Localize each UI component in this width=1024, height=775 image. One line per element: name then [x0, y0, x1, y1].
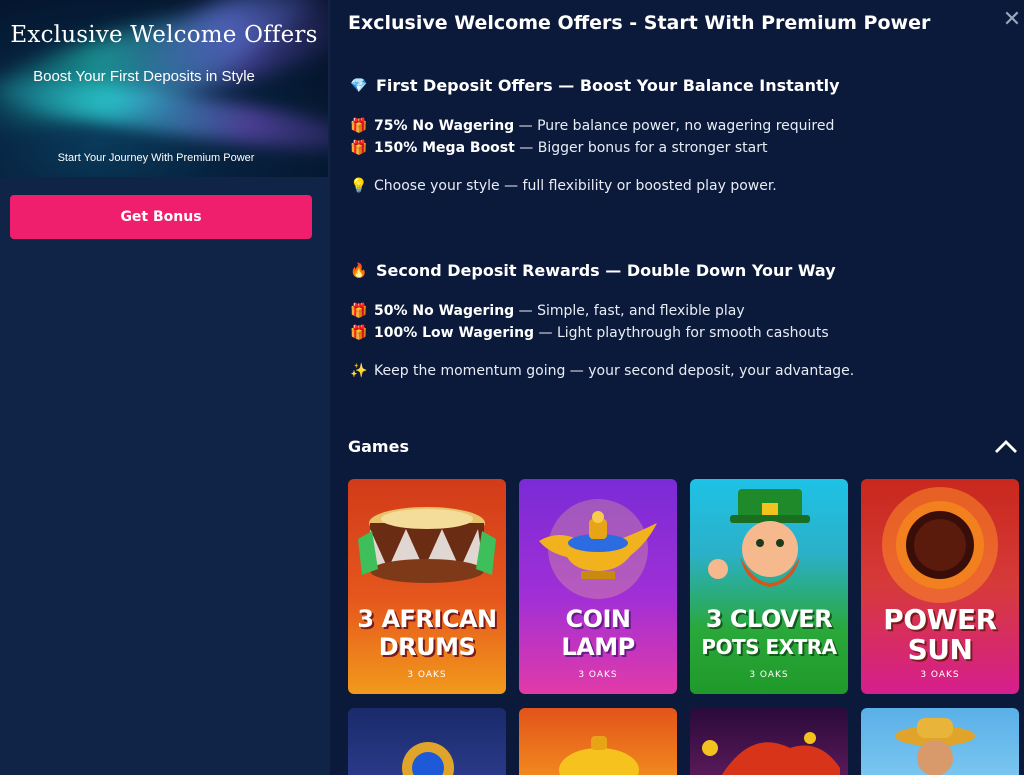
first-deposit-heading-text: First Deposit Offers — Boost Your Balanc… [376, 76, 840, 95]
gem-icon: 💎 [350, 77, 368, 94]
game-tile-coin-lamp[interactable]: COIN LAMP 3 OAKS [519, 479, 677, 694]
gift-icon: 🎁 [350, 303, 368, 319]
offer-note: ✨ Keep the momentum going — your second … [350, 363, 854, 379]
second-deposit-heading-text: Second Deposit Rewards — Double Down You… [376, 261, 836, 280]
leprechaun-art [708, 489, 810, 587]
lightbulb-icon: 💡 [350, 178, 368, 194]
game-provider: 3 OAKS [749, 670, 789, 680]
game-tile-partial[interactable] [348, 708, 506, 775]
game-art [702, 732, 840, 775]
page-title: Exclusive Welcome Offers - Start With Pr… [348, 12, 931, 34]
game-provider: 3 OAKS [578, 670, 618, 680]
offer-line: 🎁 75% No Wagering — Pure balance power, … [350, 118, 834, 134]
first-deposit-heading: 💎 First Deposit Offers — Boost Your Bala… [350, 76, 840, 95]
banner-subtitle: Boost Your First Deposits in Style [33, 68, 255, 85]
offer-details-panel: Exclusive Welcome Offers - Start With Pr… [330, 0, 1024, 775]
banner-title: Exclusive Welcome Offers [10, 22, 318, 48]
get-bonus-button[interactable]: Get Bonus [10, 195, 312, 239]
game-tile-partial[interactable] [690, 708, 848, 775]
second-deposit-heading: 🔥 Second Deposit Rewards — Double Down Y… [350, 261, 836, 280]
offer-note-text: Keep the momentum going — your second de… [374, 363, 855, 379]
game-art [402, 742, 454, 775]
game-tile-partial[interactable] [519, 708, 677, 775]
left-panel: Exclusive Welcome Offers Boost Your Firs… [0, 0, 330, 775]
sun-art [882, 487, 998, 603]
game-title: 3 CLOVER POTS EXTRA [701, 605, 837, 659]
game-art [559, 736, 639, 775]
gift-icon: 🎁 [350, 140, 368, 156]
game-provider: 3 OAKS [407, 670, 447, 680]
offer-note-text: Choose your style — full flexibility or … [374, 178, 777, 194]
game-title: POWER SUN [883, 603, 997, 666]
game-tile-power-sun[interactable]: POWER SUN 3 OAKS [861, 479, 1019, 694]
offer-name: 75% No Wagering [374, 118, 515, 134]
sparkles-icon: ✨ [350, 363, 368, 379]
offer-description: — Simple, fast, and flexible play [514, 303, 745, 319]
game-tile-partial[interactable] [861, 708, 1019, 775]
game-tile-clover-pots[interactable]: 3 CLOVER POTS EXTRA 3 OAKS [690, 479, 848, 694]
offer-name: 150% Mega Boost [374, 140, 515, 156]
offer-description: — Light playthrough for smooth cashouts [534, 325, 829, 341]
offer-line: 🎁 50% No Wagering — Simple, fast, and fl… [350, 303, 745, 319]
banner-footer: Start Your Journey With Premium Power [57, 152, 255, 164]
offer-name: 50% No Wagering [374, 303, 515, 319]
offer-description: — Pure balance power, no wagering requir… [514, 118, 835, 134]
drums-art [358, 507, 496, 583]
offer-description: — Bigger bonus for a stronger start [514, 140, 768, 156]
offer-note: 💡 Choose your style — full flexibility o… [350, 178, 777, 194]
offer-line: 🎁 100% Low Wagering — Light playthrough … [350, 325, 829, 341]
lamp-art [539, 499, 657, 599]
game-title: COIN LAMP [561, 605, 635, 661]
chevron-up-icon[interactable] [994, 436, 1018, 456]
offer-line: 🎁 150% Mega Boost — Bigger bonus for a s… [350, 140, 767, 156]
game-tile-african-drums[interactable]: 3 AFRICAN DRUMS 3 OAKS [348, 479, 506, 694]
fire-icon: 🔥 [350, 262, 368, 279]
close-icon[interactable]: ✕ [1000, 8, 1024, 32]
offer-name: 100% Low Wagering [374, 325, 535, 341]
games-heading: Games [348, 437, 409, 456]
game-art [895, 718, 975, 775]
game-provider: 3 OAKS [920, 670, 960, 680]
promo-banner: Exclusive Welcome Offers Boost Your Firs… [0, 0, 328, 177]
game-title: 3 AFRICAN DRUMS [357, 605, 497, 661]
gift-icon: 🎁 [350, 325, 368, 341]
gift-icon: 🎁 [350, 118, 368, 134]
